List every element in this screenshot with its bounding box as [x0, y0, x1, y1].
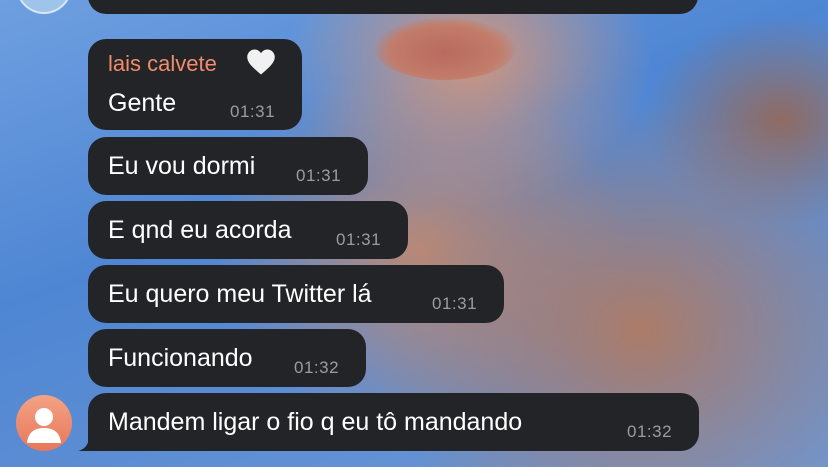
user-silhouette-icon [27, 408, 61, 443]
message-text: Funcionando [108, 344, 253, 372]
sender-name[interactable]: lais calvete [108, 51, 217, 77]
message-time: 01:31 [336, 230, 382, 249]
sender-avatar[interactable] [16, 395, 72, 451]
previous-message-bubble[interactable] [88, 0, 698, 14]
message-bubble[interactable]: Eu quero meu Twitter lá 01:31 [88, 265, 504, 323]
white-heart-icon [247, 49, 275, 75]
message-text: Eu vou dormi [108, 152, 256, 180]
bubble-tail [78, 429, 100, 451]
message-bubble[interactable]: Funcionando 01:32 [88, 329, 366, 387]
message-time: 01:32 [294, 358, 340, 377]
wallpaper-detail [375, 18, 515, 80]
message-time: 01:31 [432, 294, 478, 313]
message-bubble[interactable]: lais calvete Gente 01:31 [88, 39, 302, 130]
message-bubble[interactable]: Eu vou dormi 01:31 [88, 137, 368, 195]
message-bubble[interactable]: E qnd eu acorda 01:31 [88, 201, 408, 259]
message-text: Gente [108, 89, 177, 117]
message-text: Mandem ligar o fio q eu tô mandando [108, 408, 523, 436]
message-time: 01:31 [296, 166, 342, 185]
message-time: 01:32 [627, 422, 673, 441]
message-time: 01:31 [230, 102, 276, 121]
message-bubble[interactable]: Mandem ligar o fio q eu tô mandando 01:3… [78, 393, 699, 451]
message-text: E qnd eu acorda [108, 216, 292, 244]
message-text: Eu quero meu Twitter lá [108, 280, 372, 308]
